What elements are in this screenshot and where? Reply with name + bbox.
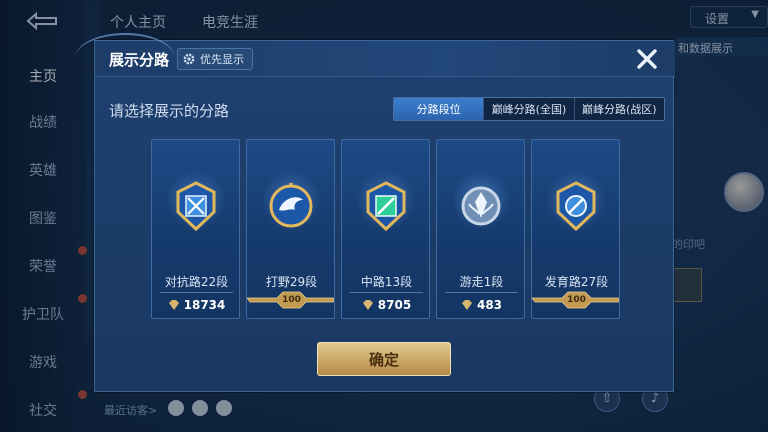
- adc-badge-icon: [556, 181, 596, 232]
- gem-icon: [362, 300, 373, 310]
- card-divider: [445, 292, 518, 293]
- lane-rank-label: 中路13段: [360, 275, 413, 289]
- close-icon: [637, 49, 657, 69]
- lane-score: 18734: [152, 298, 239, 312]
- lane-score-value: 8705: [377, 298, 412, 312]
- lane-card-mid[interactable]: 中路13段 8705: [341, 139, 430, 319]
- dialog-title: 展示分路: [109, 51, 170, 69]
- lane-score-value: 483: [476, 298, 503, 312]
- show-lane-dialog: 展示分路 优先显示 请选择展示的分路 分路段位 巅峰分路(全国) 巅峰分路(战区…: [75, 33, 675, 392]
- lane-rank-label: 发育路27段: [544, 275, 609, 289]
- lane-card-support[interactable]: 游走1段 483: [436, 139, 525, 319]
- ribbon-number: 100: [567, 295, 586, 305]
- dragon-badge-icon: [269, 183, 313, 228]
- ribbon-number: 100: [282, 295, 301, 305]
- priority-label: 优先显示: [200, 53, 244, 66]
- segment-lane-rank[interactable]: 分路段位: [394, 98, 485, 120]
- card-divider: [350, 292, 423, 293]
- gem-icon: [168, 300, 179, 310]
- sword-badge-icon: [176, 181, 216, 232]
- lane-score: 483: [437, 298, 524, 312]
- segment-peak-national[interactable]: 巅峰分路(全国): [484, 98, 575, 120]
- lane-rank-label: 游走1段: [459, 275, 504, 289]
- gear-icon: [183, 53, 195, 65]
- lane-card-top[interactable]: 对抗路22段 18734: [151, 139, 240, 319]
- gem-icon: [461, 300, 472, 310]
- card-divider: [160, 292, 233, 293]
- confirm-button[interactable]: 确定: [317, 342, 451, 376]
- mid-lane-badge-icon: [366, 181, 406, 232]
- lane-rank-label: 打野29段: [265, 275, 318, 289]
- priority-display-button[interactable]: 优先显示: [177, 48, 253, 70]
- lane-type-segmented-control: 分路段位 巅峰分路(全国) 巅峰分路(战区): [393, 97, 665, 121]
- segment-peak-region[interactable]: 巅峰分路(战区): [575, 98, 664, 120]
- lane-score: 8705: [342, 298, 429, 312]
- lane-rank-label: 对抗路22段: [164, 275, 229, 289]
- lane-card-bottom[interactable]: 发育路27段 100: [531, 139, 620, 319]
- close-button[interactable]: [631, 45, 663, 73]
- dialog-header: 展示分路 优先显示: [75, 33, 675, 77]
- lane-card-jungle[interactable]: 打野29段 100: [246, 139, 335, 319]
- lane-cards: 对抗路22段 18734 打野29段 100 中路13段 8705 游走1段 4…: [151, 139, 620, 319]
- lane-score-value: 18734: [183, 298, 226, 312]
- support-badge-icon: [461, 186, 501, 226]
- dialog-subtitle: 请选择展示的分路: [109, 102, 230, 120]
